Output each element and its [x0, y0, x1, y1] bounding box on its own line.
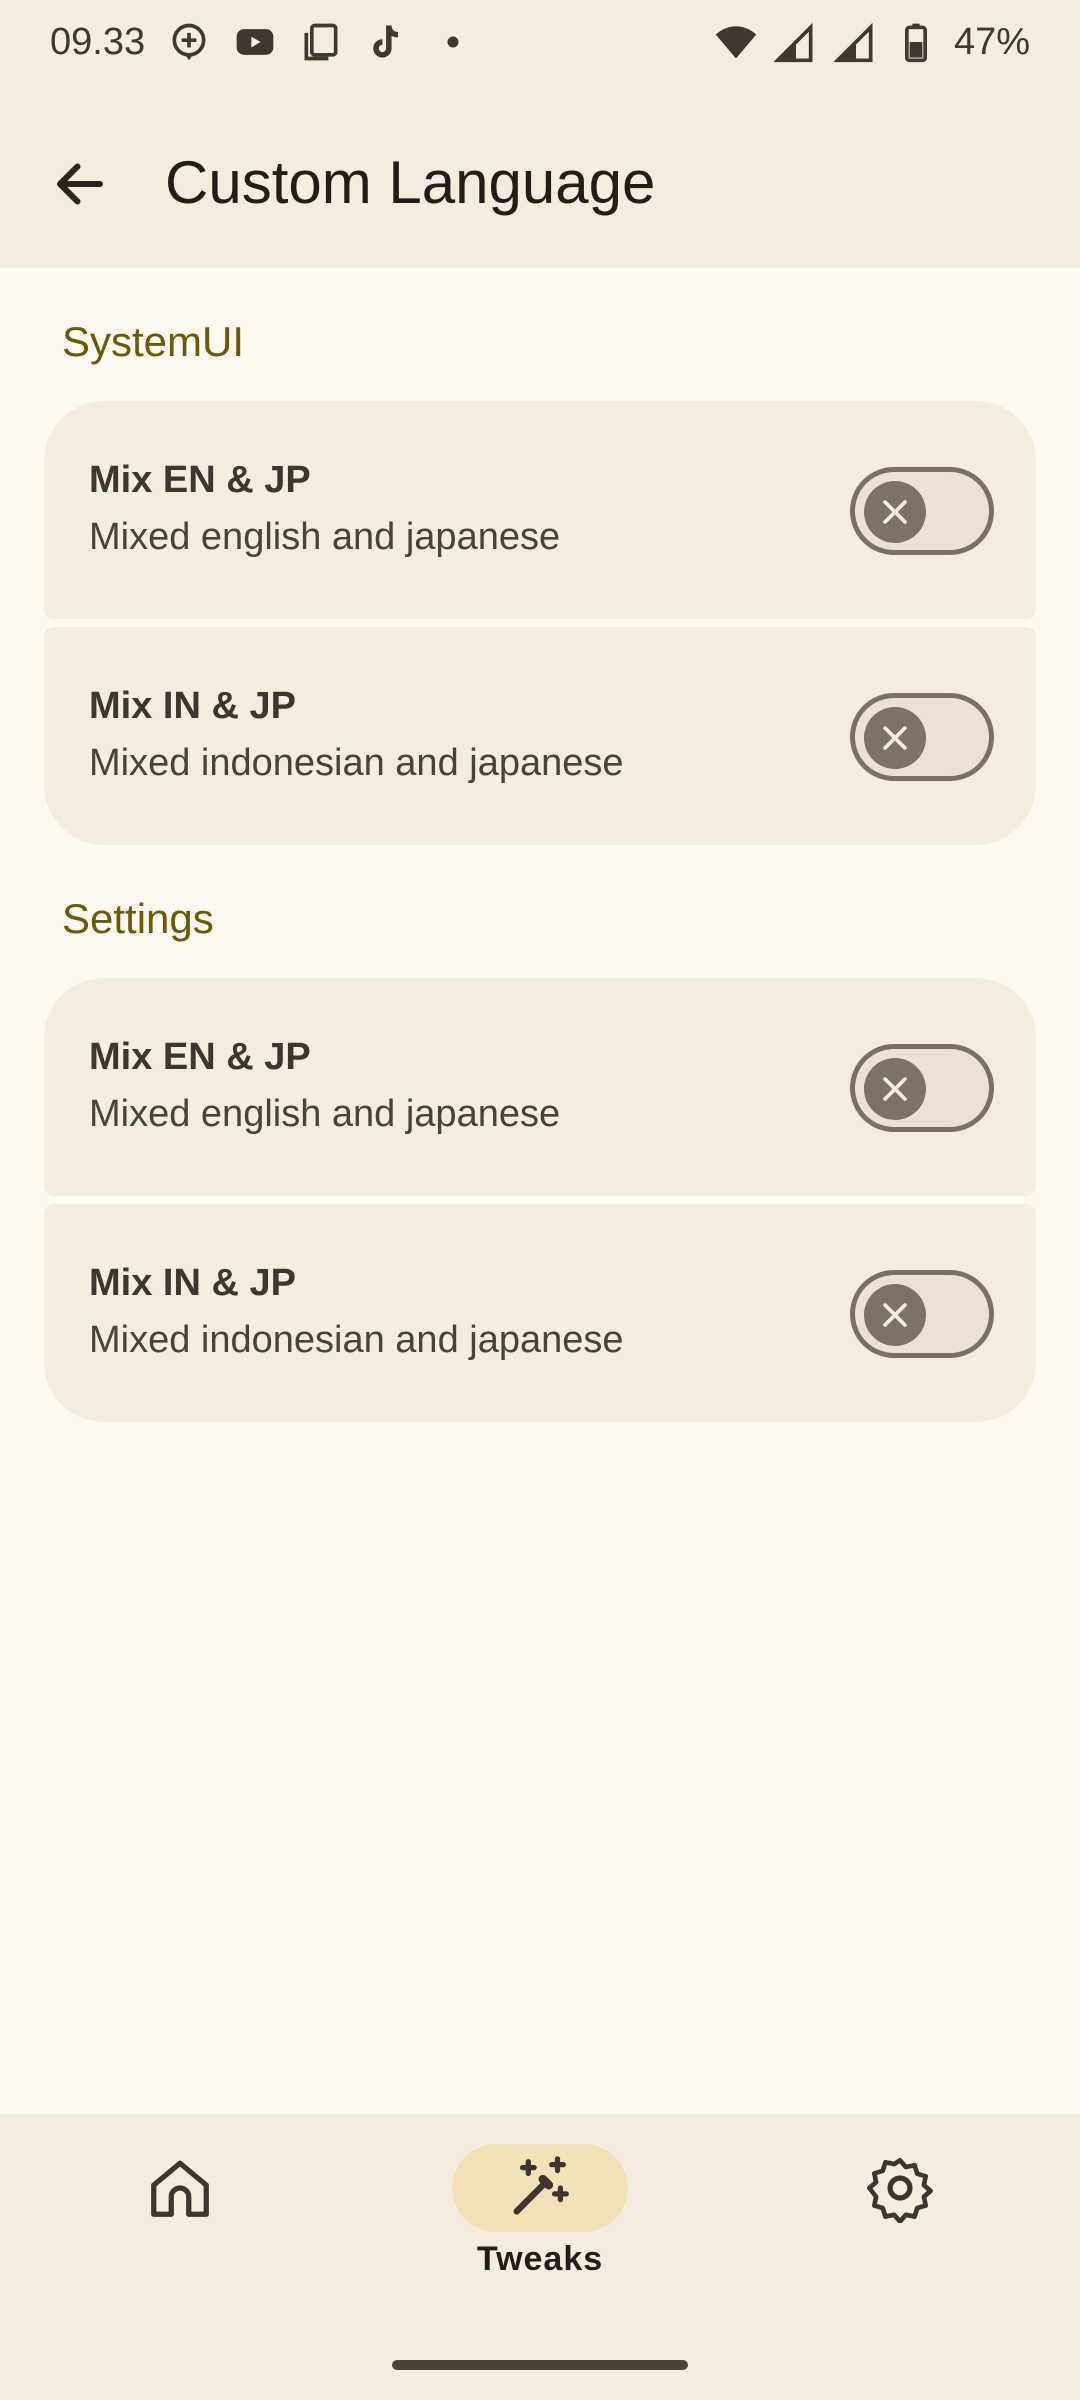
gear-icon: [867, 2157, 933, 2223]
nav-pill: [92, 2144, 268, 2232]
list-item-systemui-mix-en-jp[interactable]: Mix EN & JP Mixed english and japanese: [44, 401, 1036, 619]
item-subtitle: Mixed english and japanese: [89, 516, 561, 558]
item-title: Mix IN & JP: [89, 1262, 296, 1304]
battery-icon: [894, 20, 938, 64]
section-title-settings: Settings: [62, 895, 214, 942]
item-title: Mix EN & JP: [89, 1036, 311, 1078]
toggle-switch[interactable]: [850, 1044, 994, 1132]
nav-label-tweaks: Tweaks: [476, 2240, 604, 2278]
item-subtitle: Mixed english and japanese: [89, 1093, 561, 1135]
back-button[interactable]: [42, 146, 118, 222]
bottom-navigation: Tweaks: [0, 2114, 1080, 2400]
page-title: Custom Language: [165, 149, 656, 216]
list-item-settings-mix-in-jp[interactable]: Mix IN & JP Mixed indonesian and japanes…: [44, 1204, 1036, 1422]
app-bar: Custom Language: [0, 130, 1080, 230]
item-title: Mix IN & JP: [89, 685, 296, 727]
section-title-systemui: SystemUI: [62, 318, 245, 365]
arrow-back-icon: [57, 163, 103, 205]
toggle-switch[interactable]: [850, 693, 994, 781]
toggle-knob: [864, 1284, 926, 1346]
battery-percent: 47%: [953, 20, 1030, 63]
nav-item-home[interactable]: [70, 2144, 290, 2294]
item-subtitle: Mixed indonesian and japanese: [89, 1319, 624, 1361]
list-item-systemui-mix-in-jp[interactable]: Mix IN & JP Mixed indonesian and japanes…: [44, 627, 1036, 845]
close-icon: [883, 500, 907, 524]
close-icon: [883, 1303, 907, 1327]
status-time: 09.33: [50, 20, 146, 63]
toggle-knob: [864, 1058, 926, 1120]
toggle-knob: [864, 707, 926, 769]
signal-icon: [833, 20, 878, 64]
status-bar: 09.33 47%: [0, 0, 1080, 84]
nav-pill: [812, 2144, 988, 2232]
item-title: Mix EN & JP: [89, 459, 311, 501]
toggle-switch[interactable]: [850, 1270, 994, 1358]
item-subtitle: Mixed indonesian and japanese: [89, 742, 624, 784]
tiktok-icon: [365, 20, 409, 64]
home-icon: [151, 2160, 209, 2217]
toggle-knob: [864, 481, 926, 543]
wifi-icon: [714, 20, 758, 64]
copy-icon: [299, 20, 343, 64]
nav-item-tweaks[interactable]: Tweaks: [430, 2144, 650, 2294]
signal-icon: [773, 20, 818, 64]
close-icon: [883, 726, 907, 750]
add-circle-icon: [167, 20, 211, 64]
toggle-switch[interactable]: [850, 467, 994, 555]
nav-item-settings[interactable]: [790, 2144, 1010, 2294]
youtube-icon: [233, 20, 277, 64]
dot-icon: [431, 20, 475, 64]
close-icon: [883, 1077, 907, 1101]
magic-wand-icon: [513, 2156, 569, 2215]
nav-pill-active: [452, 2144, 628, 2232]
list-item-settings-mix-en-jp[interactable]: Mix EN & JP Mixed english and japanese: [44, 978, 1036, 1196]
gesture-bar[interactable]: [392, 2360, 688, 2370]
